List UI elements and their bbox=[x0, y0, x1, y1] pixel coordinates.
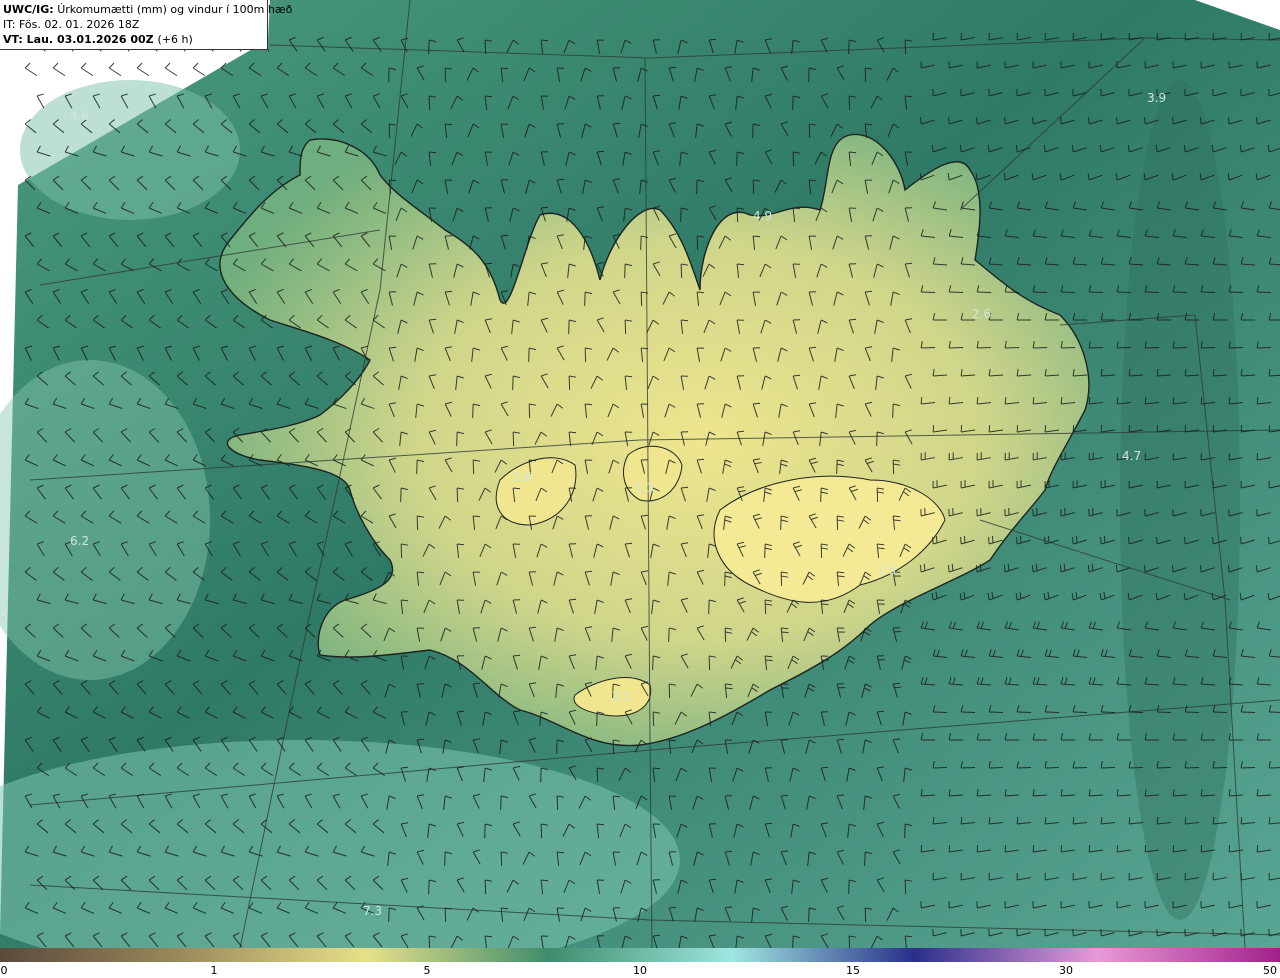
map-title: Úrkomumætti (mm) og vindur í 100m hæð bbox=[57, 3, 293, 16]
colorbar-tick: 5 bbox=[423, 964, 431, 977]
value-label: 1.3 bbox=[635, 481, 654, 495]
colorbar-tick: 1 bbox=[210, 964, 218, 977]
it-value: Fös. 02. 01. 2026 18Z bbox=[18, 18, 140, 31]
initial-time-line: IT: Fös. 02. 01. 2026 18Z bbox=[3, 17, 264, 32]
colorbar-tick: 50 bbox=[1263, 964, 1277, 977]
value-label: 6.2 bbox=[70, 534, 89, 548]
colorbar-tick: 10 bbox=[633, 964, 647, 977]
title-line: UWC/IG: Úrkomumætti (mm) og vindur í 100… bbox=[3, 2, 292, 17]
colorbar-tick: 0 bbox=[0, 964, 8, 977]
product-code: UWC/IG: bbox=[3, 3, 54, 16]
colorbar-tick: 30 bbox=[1059, 964, 1073, 977]
value-label: 4.6 bbox=[70, 109, 89, 123]
vt-label: VT: bbox=[3, 33, 23, 46]
value-label: 2.6 bbox=[972, 307, 991, 321]
value-label: 7.3 bbox=[363, 904, 382, 918]
precipitation-map: 4.6 3.9 4.9 2.6 4.7 6.2 7.3 2.6 1.3 1.5 … bbox=[0, 0, 1280, 948]
colorbar: 0 1 5 10 15 30 50 bbox=[0, 948, 1280, 978]
value-label: 2.1 bbox=[612, 689, 631, 703]
value-label: 1.5 bbox=[877, 563, 896, 577]
valid-time-line: VT: Lau. 03.01.2026 00Z (+6 h) bbox=[3, 32, 264, 47]
colorbar-tick: 15 bbox=[846, 964, 860, 977]
value-label: 2.6 bbox=[513, 470, 532, 484]
value-label: 4.7 bbox=[1122, 449, 1141, 463]
vt-offset: (+6 h) bbox=[157, 33, 193, 46]
value-label: 4.9 bbox=[753, 209, 772, 223]
map-info-box: UWC/IG: Úrkomumætti (mm) og vindur í 100… bbox=[0, 0, 292, 50]
colorbar-gradient bbox=[0, 948, 1280, 962]
value-label: 3.9 bbox=[1147, 91, 1166, 105]
vt-value: Lau. 03.01.2026 00Z bbox=[26, 33, 154, 46]
it-label: IT: bbox=[3, 18, 16, 31]
